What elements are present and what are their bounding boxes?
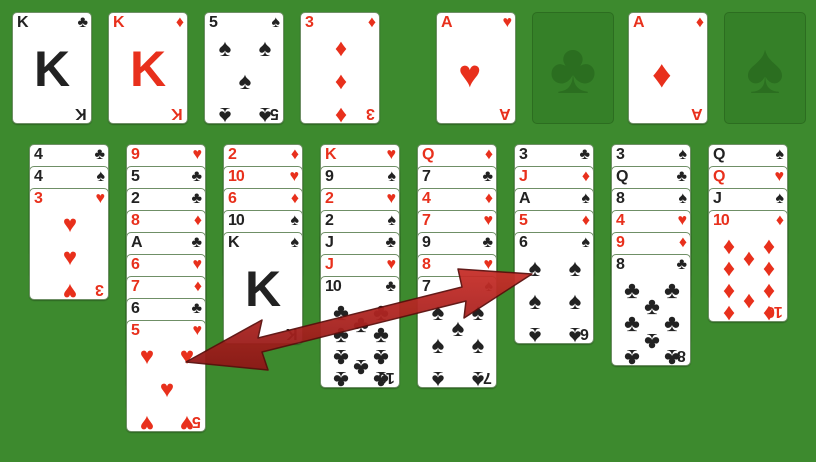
hint-arrow <box>185 268 533 371</box>
hint-arrow-shape <box>185 268 533 371</box>
